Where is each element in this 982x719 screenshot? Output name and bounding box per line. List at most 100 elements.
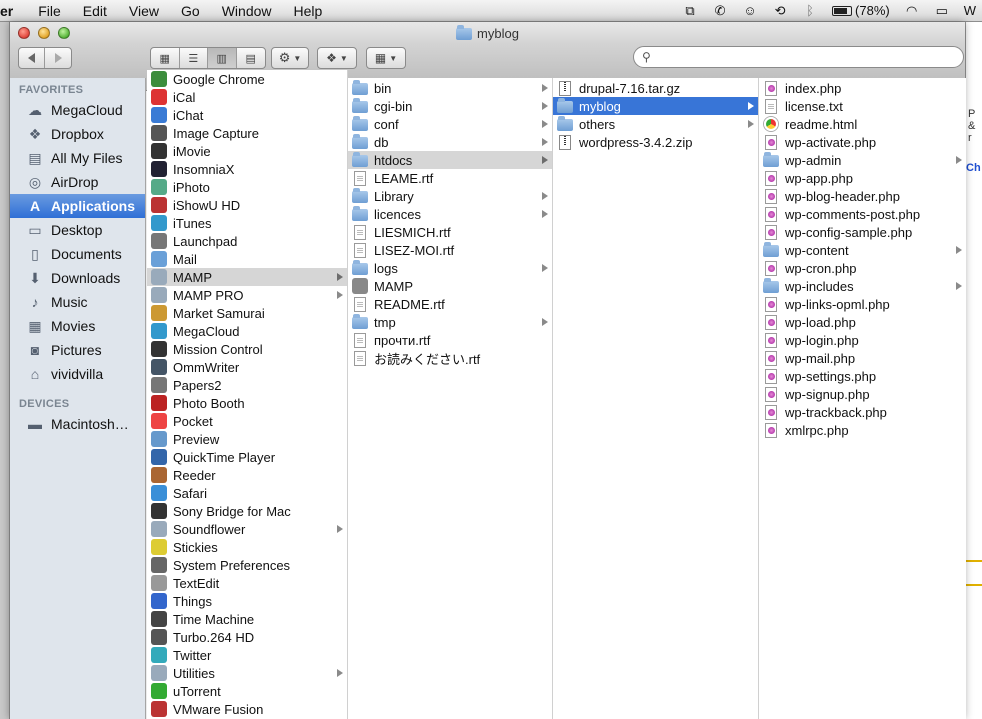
sidebar-item-music[interactable]: ♪ Music <box>10 290 145 314</box>
list-item[interactable]: System Preferences <box>147 556 347 574</box>
list-item[interactable]: iChat <box>147 106 347 124</box>
list-item[interactable]: OmmWriter <box>147 358 347 376</box>
sidebar-item-all-my-files[interactable]: ▤ All My Files <box>10 146 145 170</box>
menu-view[interactable]: View <box>118 3 170 19</box>
bluetooth-icon[interactable]: ᛒ <box>802 3 818 18</box>
sidebar-item-desktop[interactable]: ▭ Desktop <box>10 218 145 242</box>
list-item[interactable]: myblog <box>553 97 758 115</box>
list-item[interactable]: Turbo.264 HD <box>147 628 347 646</box>
search-input[interactable] <box>654 50 945 64</box>
list-item[interactable]: wp-mail.php <box>759 349 966 367</box>
list-item[interactable]: licences <box>348 205 552 223</box>
close-button[interactable] <box>18 27 30 39</box>
sidebar-item-pictures[interactable]: ◙ Pictures <box>10 338 145 362</box>
time-machine-icon[interactable]: ⟲ <box>772 3 788 18</box>
list-item[interactable]: お読みください.rtf <box>348 349 552 367</box>
list-item[interactable]: wp-includes <box>759 277 966 295</box>
list-item[interactable]: wp-trackback.php <box>759 403 966 421</box>
list-item[interactable]: MAMP <box>147 268 347 286</box>
list-item[interactable]: drupal-7.16.tar.gz <box>553 79 758 97</box>
list-item[interactable]: MegaCloud <box>147 322 347 340</box>
list-item[interactable]: Library <box>348 187 552 205</box>
list-item[interactable]: wp-activate.php <box>759 133 966 151</box>
list-item[interactable]: wp-settings.php <box>759 367 966 385</box>
list-item[interactable]: index.php <box>759 79 966 97</box>
list-item[interactable]: wordpress-3.4.2.zip <box>553 133 758 151</box>
minimize-button[interactable] <box>38 27 50 39</box>
list-item[interactable]: license.txt <box>759 97 966 115</box>
list-item[interactable]: Photo Booth <box>147 394 347 412</box>
list-item[interactable]: cgi-bin <box>348 97 552 115</box>
phone-icon[interactable]: ✆ <box>712 3 728 18</box>
list-item[interactable]: Soundflower <box>147 520 347 538</box>
list-item[interactable]: wp-comments-post.php <box>759 205 966 223</box>
list-view-button[interactable]: ☰ <box>180 48 208 68</box>
list-item[interactable]: Sony Bridge for Mac <box>147 502 347 520</box>
sidebar-item-airdrop[interactable]: ◎ AirDrop <box>10 170 145 194</box>
list-item[interactable]: Time Machine <box>147 610 347 628</box>
list-item[interactable]: uTorrent <box>147 682 347 700</box>
zoom-button[interactable] <box>58 27 70 39</box>
sidebar-item-movies[interactable]: ▦ Movies <box>10 314 145 338</box>
list-item[interactable]: LEAME.rtf <box>348 169 552 187</box>
list-item[interactable]: wp-admin <box>759 151 966 169</box>
list-item[interactable]: VMware Fusion <box>147 700 347 718</box>
list-item[interactable]: wp-cron.php <box>759 259 966 277</box>
user-menu[interactable]: W <box>964 3 976 18</box>
sidebar-item-macintosh[interactable]: ▬ Macintosh… <box>10 412 145 436</box>
list-item[interactable]: iPhoto <box>147 178 347 196</box>
list-item[interactable]: wp-content <box>759 241 966 259</box>
list-item[interactable]: MAMP PRO <box>147 286 347 304</box>
list-item[interactable]: README.rtf <box>348 295 552 313</box>
list-item[interactable]: iShowU HD <box>147 196 347 214</box>
menu-edit[interactable]: Edit <box>72 3 118 19</box>
screen-mirroring-icon[interactable]: ⧉ <box>682 3 698 18</box>
list-item[interactable]: iMovie <box>147 142 347 160</box>
list-item[interactable]: Preview <box>147 430 347 448</box>
forward-button[interactable] <box>45 48 71 68</box>
list-item[interactable]: htdocs <box>348 151 552 169</box>
list-item[interactable]: QuickTime Player <box>147 448 347 466</box>
list-item[interactable]: wp-login.php <box>759 331 966 349</box>
list-item[interactable]: Stickies <box>147 538 347 556</box>
list-item[interactable]: Twitter <box>147 646 347 664</box>
list-item[interactable]: conf <box>348 115 552 133</box>
icon-view-button[interactable]: ▦ <box>151 48 180 68</box>
list-item[interactable]: iCal <box>147 88 347 106</box>
sidebar-item-vividvilla[interactable]: ⌂ vividvilla <box>10 362 145 386</box>
list-item[interactable]: xmlrpc.php <box>759 421 966 439</box>
list-item[interactable]: wp-load.php <box>759 313 966 331</box>
list-item[interactable]: Mail <box>147 250 347 268</box>
accessibility-icon[interactable]: ☺ <box>742 3 758 18</box>
background-link-fragment[interactable]: Ch <box>966 162 981 174</box>
list-item[interactable]: db <box>348 133 552 151</box>
wifi-icon[interactable]: ◠ <box>904 3 920 18</box>
cover-flow-button[interactable]: ▤ <box>237 48 265 68</box>
sidebar-item-megacloud[interactable]: ☁ MegaCloud <box>10 98 145 122</box>
list-item[interactable]: LISEZ-MOI.rtf <box>348 241 552 259</box>
list-item[interactable]: wp-links-opml.php <box>759 295 966 313</box>
list-item[interactable]: MAMP <box>348 277 552 295</box>
list-item[interactable]: wp-signup.php <box>759 385 966 403</box>
sidebar-item-dropbox[interactable]: ❖ Dropbox <box>10 122 145 146</box>
back-button[interactable] <box>19 48 46 68</box>
arrange-menu-button[interactable]: ▦ ▼ <box>366 47 406 69</box>
list-item[interactable]: Pocket <box>147 412 347 430</box>
column-view-button[interactable]: ▥ <box>208 48 237 68</box>
list-item[interactable]: LIESMICH.rtf <box>348 223 552 241</box>
list-item[interactable]: Papers2 <box>147 376 347 394</box>
list-item[interactable]: logs <box>348 259 552 277</box>
menu-go[interactable]: Go <box>170 3 211 19</box>
app-menu-finder[interactable]: er <box>0 3 27 19</box>
list-item[interactable]: Image Capture <box>147 124 347 142</box>
list-item[interactable]: Google Chrome <box>147 70 347 88</box>
display-icon[interactable]: ▭ <box>934 3 950 18</box>
list-item[interactable]: Reeder <box>147 466 347 484</box>
list-item[interactable]: bin <box>348 79 552 97</box>
list-item[interactable]: Market Samurai <box>147 304 347 322</box>
dropbox-menu-button[interactable]: ❖ ▼ <box>317 47 357 69</box>
list-item[interactable]: readme.html <box>759 115 966 133</box>
list-item[interactable]: Utilities <box>147 664 347 682</box>
list-item[interactable]: InsomniaX <box>147 160 347 178</box>
sidebar-item-applications[interactable]: A Applications <box>10 194 145 218</box>
